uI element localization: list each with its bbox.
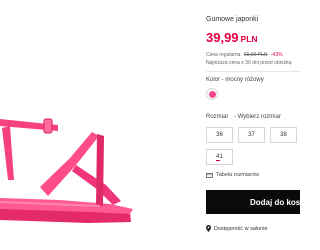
size-prompt: Wybierz rozmiar [237, 114, 281, 120]
product-title: Gumowe japonki [206, 16, 259, 23]
product-image[interactable] [0, 0, 184, 250]
size-option-38[interactable]: 38 [270, 127, 297, 143]
product-details: Gumowe japonki 39,99 PLN Cena regularna 6… [206, 0, 300, 250]
store-availability-label: Dostępność w salonie [214, 225, 268, 232]
size-option-37[interactable]: 37 [238, 127, 265, 143]
sandal-illustration [0, 118, 133, 223]
color-swatch-dot [208, 90, 216, 98]
divider [206, 71, 300, 72]
regular-price-label: Cena regularna [206, 52, 241, 58]
ruler-icon [206, 172, 213, 178]
product-price: 39,99 PLN [206, 30, 258, 45]
color-row: Kolor - mocny różowy [206, 77, 264, 83]
price-currency: PLN [240, 34, 258, 44]
regular-price: 69,99 PLN [243, 52, 268, 58]
low-stock-indicator [216, 160, 220, 161]
size-option-36[interactable]: 36 [206, 127, 233, 143]
location-pin-icon [206, 225, 211, 232]
add-to-cart-button[interactable]: Dodaj do kos [206, 190, 300, 214]
store-availability-link[interactable]: Dostępność w salonie [206, 225, 268, 232]
product-page: Gumowe japonki 39,99 PLN Cena regularna 6… [0, 0, 300, 250]
color-label: Kolor [206, 77, 221, 83]
color-value: mocny różowy [225, 77, 264, 83]
size-table-label: Tabela rozmiarów [216, 172, 260, 178]
regular-price-row: Cena regularna 69,99 PLN -43% [206, 52, 283, 58]
size-label: Rozmiar [206, 114, 229, 120]
size-option-41[interactable]: 41 [206, 149, 233, 165]
price-value: 39,99 [206, 30, 239, 45]
size-row: Rozmiar - Wybierz rozmiar [206, 114, 281, 120]
size-table-link[interactable]: Tabela rozmiarów [206, 172, 259, 178]
discount-badge: -43% [270, 52, 283, 58]
color-swatch[interactable] [206, 88, 218, 100]
lowest-price-note: Najniższa cena z 30 dni przed obniżką: [206, 60, 293, 66]
